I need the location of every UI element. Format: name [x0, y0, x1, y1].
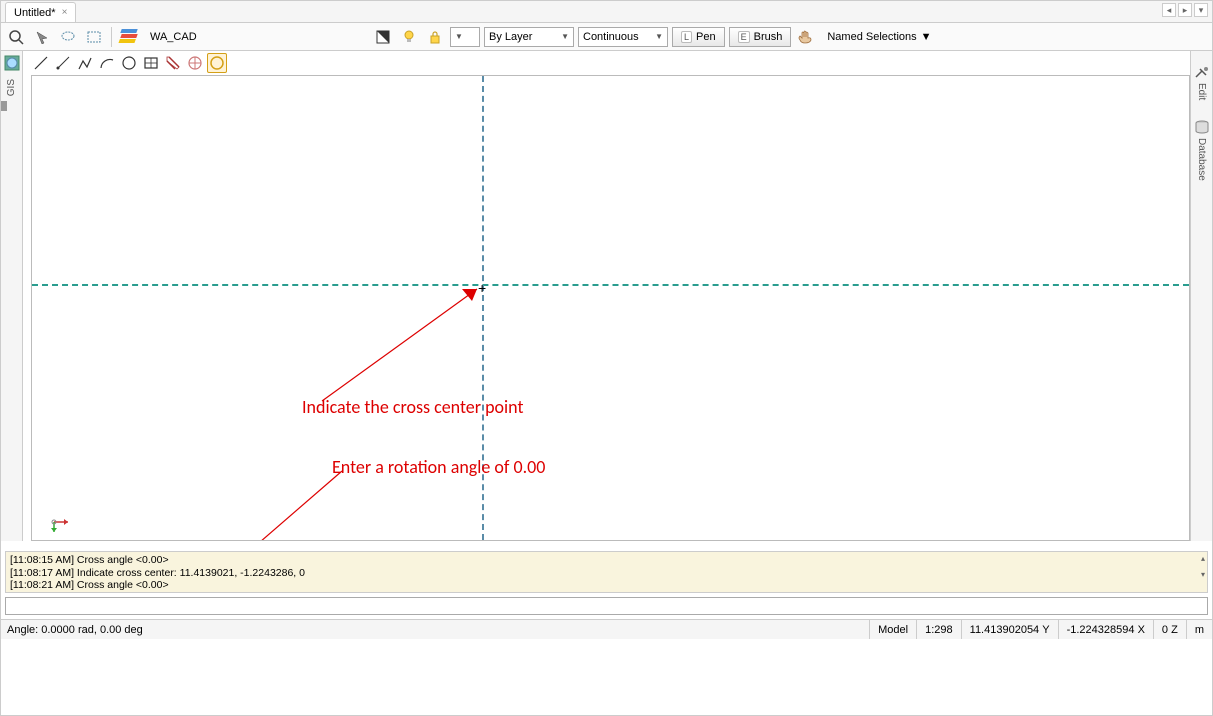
crosshair-horizontal — [32, 284, 1189, 286]
right-tab-edit[interactable]: Edit — [1196, 83, 1207, 100]
linetype-value: Continuous — [583, 31, 639, 43]
erase-tool[interactable] — [163, 53, 183, 73]
pointer-icon[interactable] — [31, 26, 53, 48]
tab-menu-button[interactable]: ▾ — [1194, 3, 1208, 17]
tab-title: Untitled* — [14, 7, 56, 19]
command-input[interactable] — [5, 597, 1208, 615]
drawing-canvas[interactable]: + Indicate the cross center point Enter … — [31, 75, 1190, 541]
named-selections-dropdown[interactable]: Named Selections ▼ — [821, 31, 937, 43]
current-layer-name[interactable]: WA_CAD — [144, 29, 204, 45]
tab-nav-controls: ◂ ▸ ▾ — [1162, 3, 1208, 17]
right-tab-database[interactable]: Database — [1196, 138, 1207, 181]
layers-icon[interactable] — [118, 26, 140, 48]
log-line-1: [11:08:17 AM] Indicate cross center: 11.… — [10, 567, 1203, 580]
select-lasso-icon[interactable] — [57, 26, 79, 48]
database-icon[interactable] — [1194, 120, 1210, 134]
log-line-0: [11:08:15 AM] Cross angle <0.00> — [10, 554, 1203, 567]
scroll-up-icon[interactable]: ▴ — [1201, 554, 1205, 564]
zoom-extents-icon[interactable] — [5, 26, 27, 48]
tools-icon[interactable] — [1194, 65, 1210, 79]
status-coord-y: -1.224328594 X — [1058, 620, 1153, 639]
log-line-2: [11:08:21 AM] Cross angle <0.00> — [10, 579, 1203, 592]
brush-button[interactable]: E Brush — [729, 27, 792, 47]
status-bar: Angle: 0.0000 rad, 0.00 deg Model 1:298 … — [1, 619, 1212, 639]
document-tab[interactable]: Untitled* × — [5, 2, 76, 22]
command-log: [11:08:15 AM] Cross angle <0.00> [11:08:… — [5, 551, 1208, 593]
compass-tool[interactable] — [185, 53, 205, 73]
layer-style-dropdown[interactable]: By Layer▼ — [484, 27, 574, 47]
contrast-icon[interactable] — [372, 26, 394, 48]
layer-style-value: By Layer — [489, 31, 532, 43]
annotation-text-1: Indicate the cross center point — [302, 396, 524, 418]
hand-icon[interactable] — [795, 26, 817, 48]
draw-toolbar — [31, 51, 227, 75]
linetype-dropdown[interactable]: Continuous▼ — [578, 27, 668, 47]
document-tab-bar: Untitled* × ◂ ▸ ▾ — [1, 1, 1212, 23]
status-scale[interactable]: 1:298 — [916, 620, 961, 639]
ucs-icon — [42, 504, 72, 534]
globe-icon — [4, 55, 20, 71]
polyline-tool[interactable] — [75, 53, 95, 73]
arc-tool[interactable] — [97, 53, 117, 73]
status-model[interactable]: Model — [869, 620, 916, 639]
pen-key: L — [681, 31, 692, 43]
left-panel-tab[interactable]: GIS — [1, 51, 23, 541]
close-icon[interactable]: × — [62, 7, 68, 18]
status-unit: m — [1186, 620, 1212, 639]
layer-color-dropdown[interactable]: ▼ — [450, 27, 480, 47]
named-selections-label: Named Selections — [827, 31, 916, 43]
status-angle: Angle: 0.0000 rad, 0.00 deg — [1, 624, 869, 636]
left-pin-handle[interactable] — [1, 101, 7, 111]
pen-button[interactable]: L Pen — [672, 27, 725, 47]
tab-prev-button[interactable]: ◂ — [1162, 3, 1176, 17]
left-panel-label: GIS — [6, 79, 17, 96]
lightbulb-icon[interactable] — [398, 26, 420, 48]
ray-tool[interactable] — [53, 53, 73, 73]
select-rect-icon[interactable] — [83, 26, 105, 48]
pen-label: Pen — [696, 31, 716, 43]
brush-label: Brush — [754, 31, 783, 43]
annotation-text-2: Enter a rotation angle of 0.00 — [332, 456, 545, 478]
status-coord-x: 11.413902054 Y — [961, 620, 1058, 639]
arrow-1 — [312, 281, 492, 411]
rectangle-tool[interactable] — [141, 53, 161, 73]
tab-next-button[interactable]: ▸ — [1178, 3, 1192, 17]
main-toolbar: WA_CAD ▼ By Layer▼ Continuous▼ L Pen E B… — [1, 23, 1212, 51]
lock-icon[interactable] — [424, 26, 446, 48]
cursor-marker: + — [478, 280, 486, 296]
brush-key: E — [738, 31, 750, 43]
scroll-down-icon[interactable]: ▾ — [1201, 570, 1205, 580]
right-panel-tabs: Edit Database — [1190, 51, 1212, 541]
line-tool[interactable] — [31, 53, 51, 73]
cross-tool[interactable] — [207, 53, 227, 73]
circle-tool[interactable] — [119, 53, 139, 73]
status-coord-z: 0 Z — [1153, 620, 1186, 639]
